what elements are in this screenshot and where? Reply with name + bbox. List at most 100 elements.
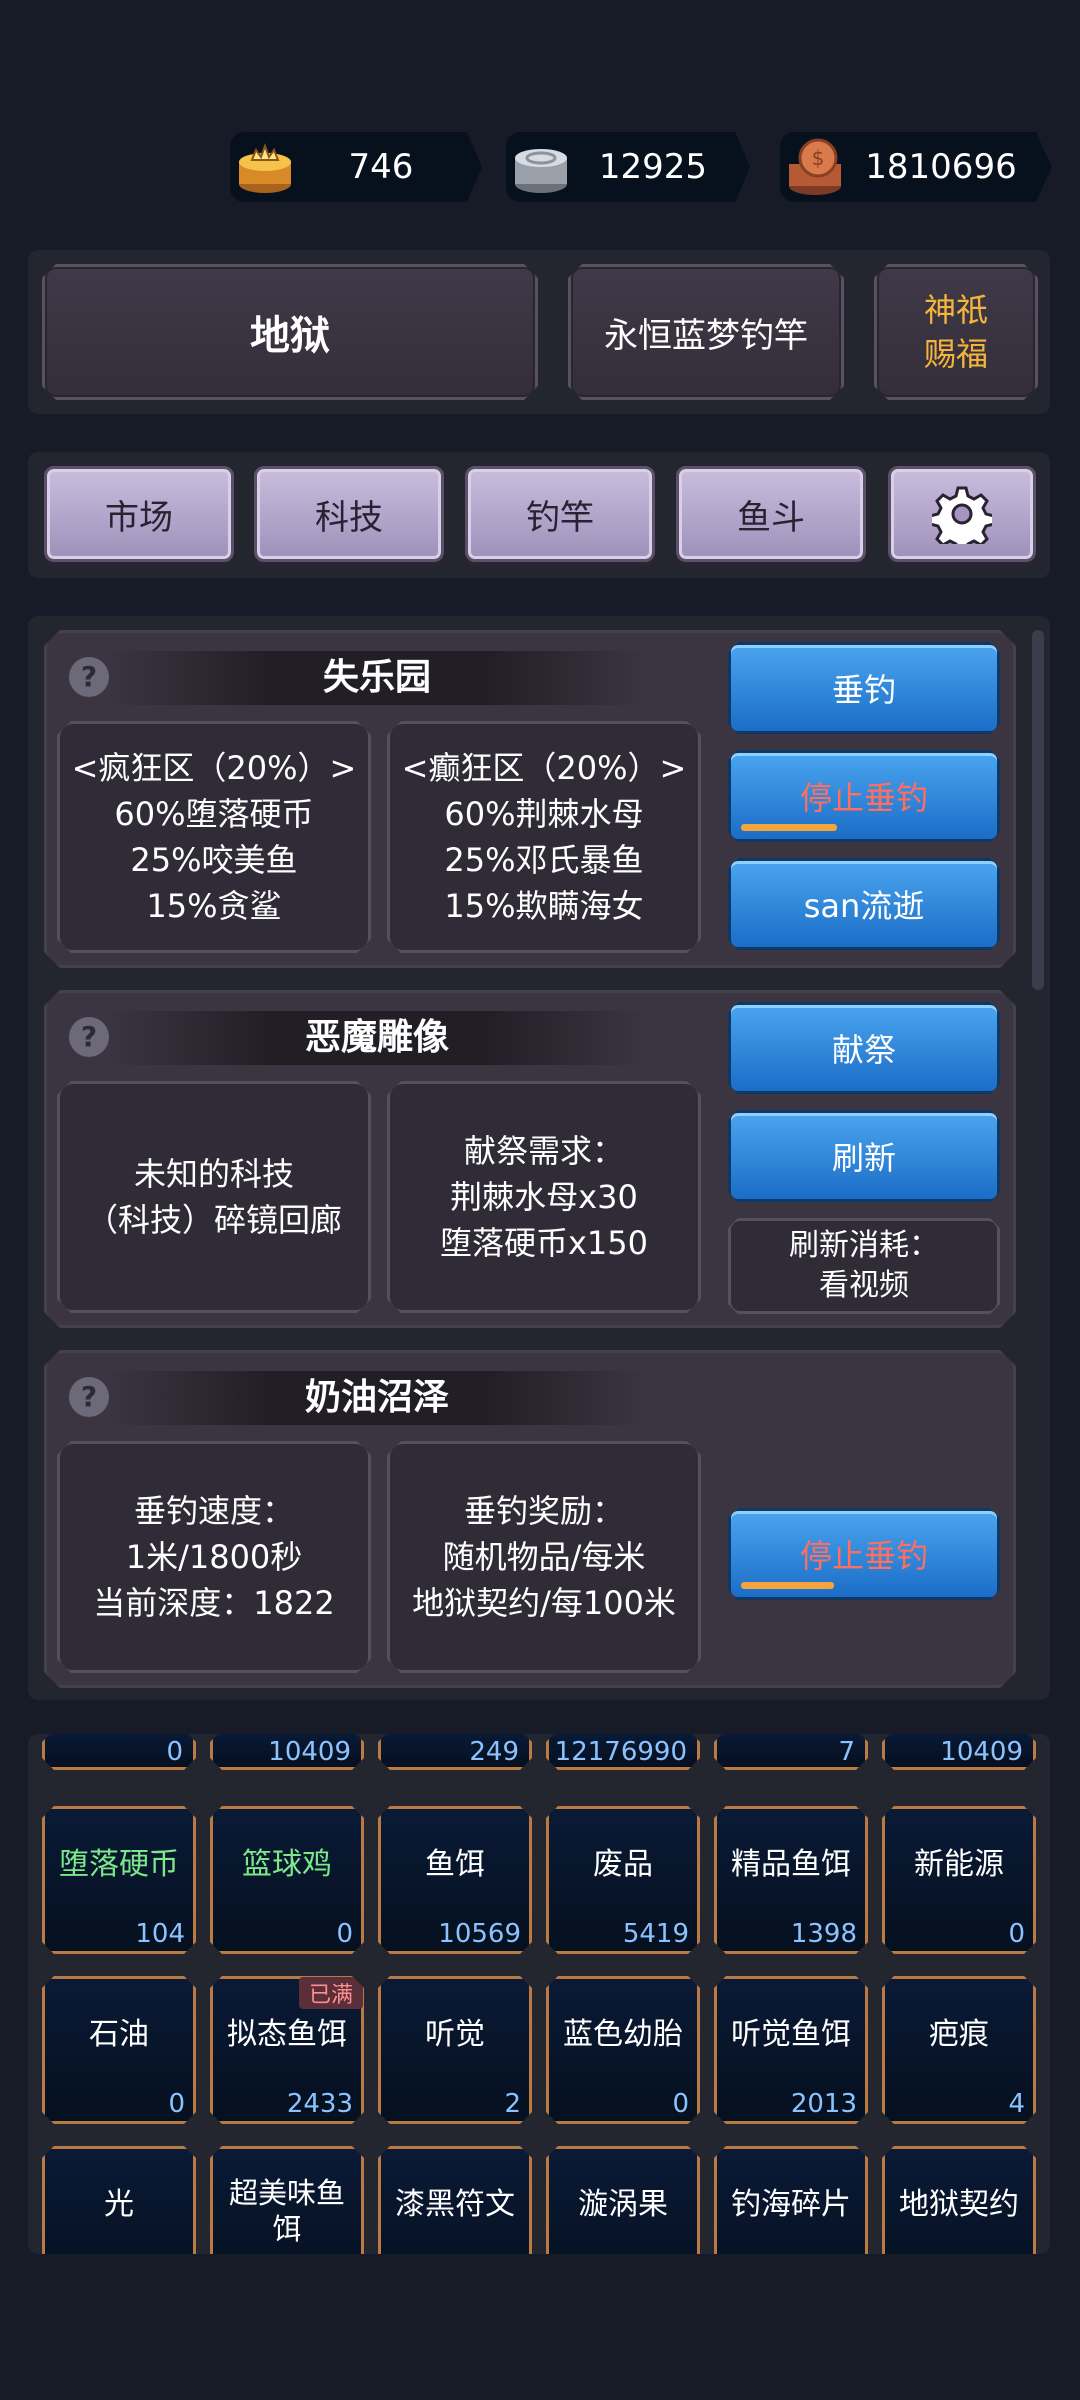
item-count: 1398 [790,1919,857,1949]
statue-title: 恶魔雕像 [107,1011,647,1065]
help-icon[interactable]: ? [69,657,109,697]
stop-label: 停止垂钓 [799,779,928,817]
frenzy-zone-box: <癫狂区（20%）> 60%荆棘水母 25%邓氏暴鱼 15%欺瞒海女 [387,721,701,953]
zone-line: 60%荆棘水母 [444,795,644,833]
inventory-slot[interactable]: 废品 5419 [546,1806,700,1954]
item-count: 0 [672,2089,689,2119]
item-name: 听觉鱼饵 [731,2017,851,2052]
inventory-slot[interactable]: 鱼饵 10569 [378,1806,532,1954]
copper-currency: $ 1810696 [780,132,1052,202]
inventory-slot[interactable]: 超美味鱼饵 [210,2146,364,2254]
item-name: 精品鱼饵 [731,1847,851,1882]
settings-button[interactable] [888,466,1036,562]
item-count: 10409 [940,1737,1023,1767]
inventory-slot[interactable]: 新能源 0 [882,1806,1036,1954]
cost-line: 刷新消耗： [789,1228,939,1263]
tab-fish-battle[interactable]: 鱼斗 [676,466,866,562]
swamp-stop-fishing-button[interactable]: 停止垂钓 [728,1508,1000,1600]
inventory-slot[interactable]: 地狱契约 [882,2146,1036,2254]
inventory-slot[interactable]: 漆黑符文 [378,2146,532,2254]
blessing-button[interactable]: 神祇 赐福 [874,264,1038,400]
tech-line: （科技）碎镜回廊 [85,1201,342,1239]
reward-line: 地狱契约/每100米 [412,1584,676,1622]
item-name: 石油 [89,2017,149,2052]
item-count: 0 [336,1919,353,1949]
item-name: 新能源 [914,1847,1004,1882]
offer-button[interactable]: 献祭 [728,1002,1000,1094]
gear-icon [932,486,992,544]
location-button[interactable]: 地狱 [42,264,538,400]
item-name: 超美味鱼饵 [228,2176,345,2246]
tab-market[interactable]: 市场 [44,466,234,562]
zone-line: 25%咬美鱼 [130,841,298,879]
item-name: 漩涡果 [578,2187,668,2222]
item-count: 104 [135,1919,185,1949]
scrollbar[interactable] [1032,630,1044,990]
item-name: 废品 [593,1847,653,1882]
inventory-slot[interactable]: 拟态鱼饵 2433 已满 [210,1976,364,2124]
inventory-slot[interactable]: 249 [378,1734,532,1770]
inventory-slot[interactable]: 光 [42,2146,196,2254]
item-name: 堕落硬币 [59,1847,179,1882]
swamp-title: 奶油沼泽 [107,1371,647,1425]
zone-line: <癫狂区（20%）> [401,749,687,787]
item-count: 2433 [286,2089,353,2119]
item-count: 10569 [438,1919,521,1949]
copper-value: 1810696 [865,147,1017,187]
zone-line: 25%邓氏暴鱼 [444,841,644,879]
help-icon[interactable]: ? [69,1017,109,1057]
tech-line: 未知的科技 [133,1155,294,1193]
inventory-slot[interactable]: 10409 [210,1734,364,1770]
tab-rod[interactable]: 钓竿 [465,466,655,562]
inventory-slot[interactable]: 疤痕 4 [882,1976,1036,2124]
inventory-slot[interactable]: 12176990 [546,1734,700,1770]
help-icon[interactable]: ? [69,1377,109,1417]
tab-tech[interactable]: 科技 [254,466,444,562]
fish-button[interactable]: 垂钓 [728,642,1000,734]
item-name: 光 [104,2187,134,2222]
full-badge: 已满 [299,1977,363,2009]
stop-fishing-button[interactable]: 停止垂钓 [728,750,1000,842]
item-count: 2013 [790,2089,857,2119]
silver-value: 12925 [598,147,708,187]
inventory-panel: 0 10409 249 12176990 7 10409 堕落硬币 104 篮球鸡 0 鱼饵 1056… [28,1734,1050,2254]
item-name: 拟态鱼饵 [227,2017,347,2052]
inventory-slot[interactable]: 石油 0 [42,1976,196,2124]
inventory-slot[interactable]: 精品鱼饵 1398 [714,1806,868,1954]
rod-button[interactable]: 永恒蓝梦钓竿 [568,264,844,400]
req-line: 堕落硬币x150 [439,1224,649,1262]
item-name: 听觉 [425,2017,485,2052]
item-name: 蓝色幼胎 [563,2017,683,2052]
offer-requirement-box: 献祭需求： 荆棘水母x30 堕落硬币x150 [387,1081,701,1313]
inventory-slot[interactable]: 蓝色幼胎 0 [546,1976,700,2124]
item-name: 地狱契约 [899,2187,1019,2222]
fishing-speed-box: 垂钓速度： 1米/1800秒 当前深度：1822 [57,1441,371,1673]
zone-line: 15%贪鲨 [146,887,282,925]
inventory-slot[interactable]: 7 [714,1734,868,1770]
gold-currency: 746 [230,132,482,202]
item-count: 7 [838,1737,855,1767]
inventory-slot[interactable]: 听觉 2 [378,1976,532,2124]
fishing-reward-box: 垂钓奖励： 随机物品/每米 地狱契约/每100米 [387,1441,701,1673]
svg-text:$: $ [812,146,825,170]
inventory-slot[interactable]: 篮球鸡 0 [210,1806,364,1954]
inventory-slot[interactable]: 漩涡果 [546,2146,700,2254]
stop-label: 停止垂钓 [799,1537,928,1575]
paradise-title: 失乐园 [107,651,647,705]
inventory-slot[interactable]: 10409 [882,1734,1036,1770]
cost-line: 看视频 [819,1268,909,1303]
item-count: 12176990 [554,1737,687,1767]
reward-line: 随机物品/每米 [442,1538,646,1576]
san-decay-button[interactable]: san流逝 [728,858,1000,950]
refresh-button[interactable]: 刷新 [728,1110,1000,1202]
inventory-slot[interactable]: 堕落硬币 104 [42,1806,196,1954]
inventory-slot[interactable]: 0 [42,1734,196,1770]
inventory-slot[interactable]: 钓海碎片 [714,2146,868,2254]
reward-line: 垂钓奖励： [463,1492,624,1530]
swamp-progress-bar [741,1582,834,1589]
inventory-slot[interactable]: 听觉鱼饵 2013 [714,1976,868,2124]
speed-line: 1米/1800秒 [125,1538,303,1576]
copper-coins-icon: $ [789,138,841,195]
item-count: 0 [166,1737,183,1767]
gold-coins-icon [239,143,291,193]
